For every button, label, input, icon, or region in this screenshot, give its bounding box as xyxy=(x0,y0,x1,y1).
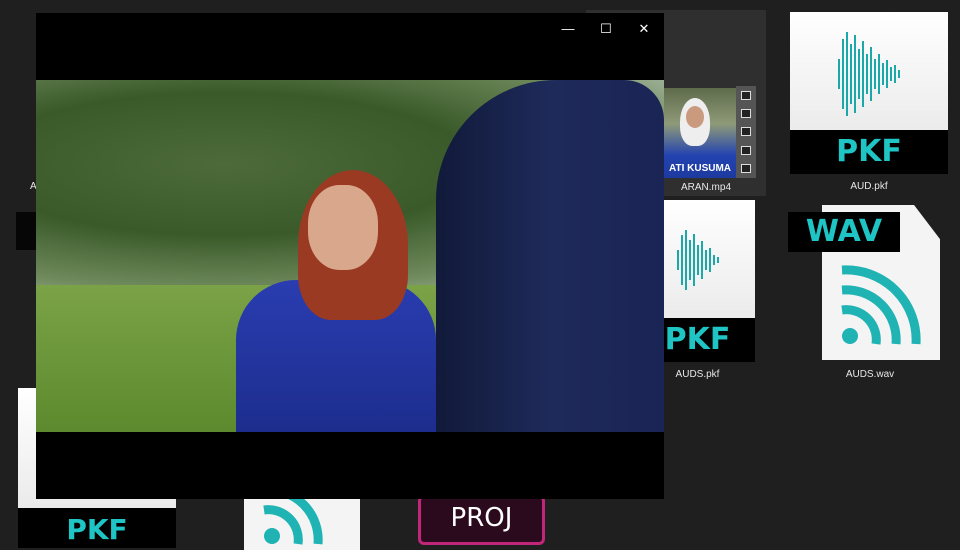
file-label: AUD.pkf xyxy=(850,181,888,192)
filmstrip-icon xyxy=(736,86,756,178)
thumbnail-face xyxy=(686,106,704,128)
pkf-badge: PKF xyxy=(18,508,176,548)
foreground-hood xyxy=(436,80,664,432)
audio-signal-icon xyxy=(841,265,921,345)
video-thumbnail: ATI KUSUMA xyxy=(664,88,736,178)
person-face xyxy=(308,185,378,270)
file-label: AUDS.wav xyxy=(845,369,895,380)
audio-signal-icon xyxy=(263,490,323,545)
file-icon-pkf[interactable]: PKF xyxy=(790,12,948,174)
thumbnail-caption: ATI KUSUMA xyxy=(668,163,732,174)
file-label: ARAN.mp4 xyxy=(680,182,731,193)
media-player-window[interactable]: — ☐ ✕ xyxy=(36,13,664,499)
minimize-button[interactable]: — xyxy=(554,19,582,39)
wav-badge: WAV xyxy=(788,212,900,252)
waveform-icon xyxy=(790,32,948,116)
video-frame[interactable] xyxy=(36,80,664,432)
file-icon-proj[interactable]: PROJ xyxy=(418,495,545,545)
close-button[interactable]: ✕ xyxy=(630,19,658,39)
maximize-button[interactable]: ☐ xyxy=(592,19,620,39)
pkf-badge: PKF xyxy=(790,130,948,174)
